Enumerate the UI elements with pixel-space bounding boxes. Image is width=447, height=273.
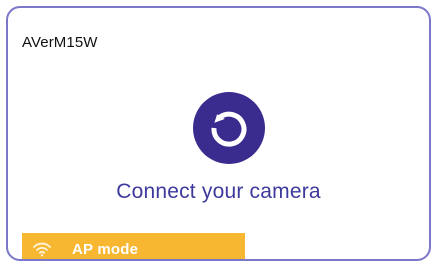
ap-mode-label: AP mode (72, 240, 139, 258)
wifi-icon (32, 241, 52, 257)
connect-camera-button[interactable] (193, 92, 265, 164)
device-name: AVerM15W (22, 34, 98, 51)
camera-card[interactable]: AVerM15W Connect your camera AP mode (6, 6, 431, 261)
connect-camera-text[interactable]: Connect your camera (8, 180, 429, 204)
ap-mode-badge: AP mode (22, 233, 245, 259)
refresh-icon (204, 103, 254, 153)
